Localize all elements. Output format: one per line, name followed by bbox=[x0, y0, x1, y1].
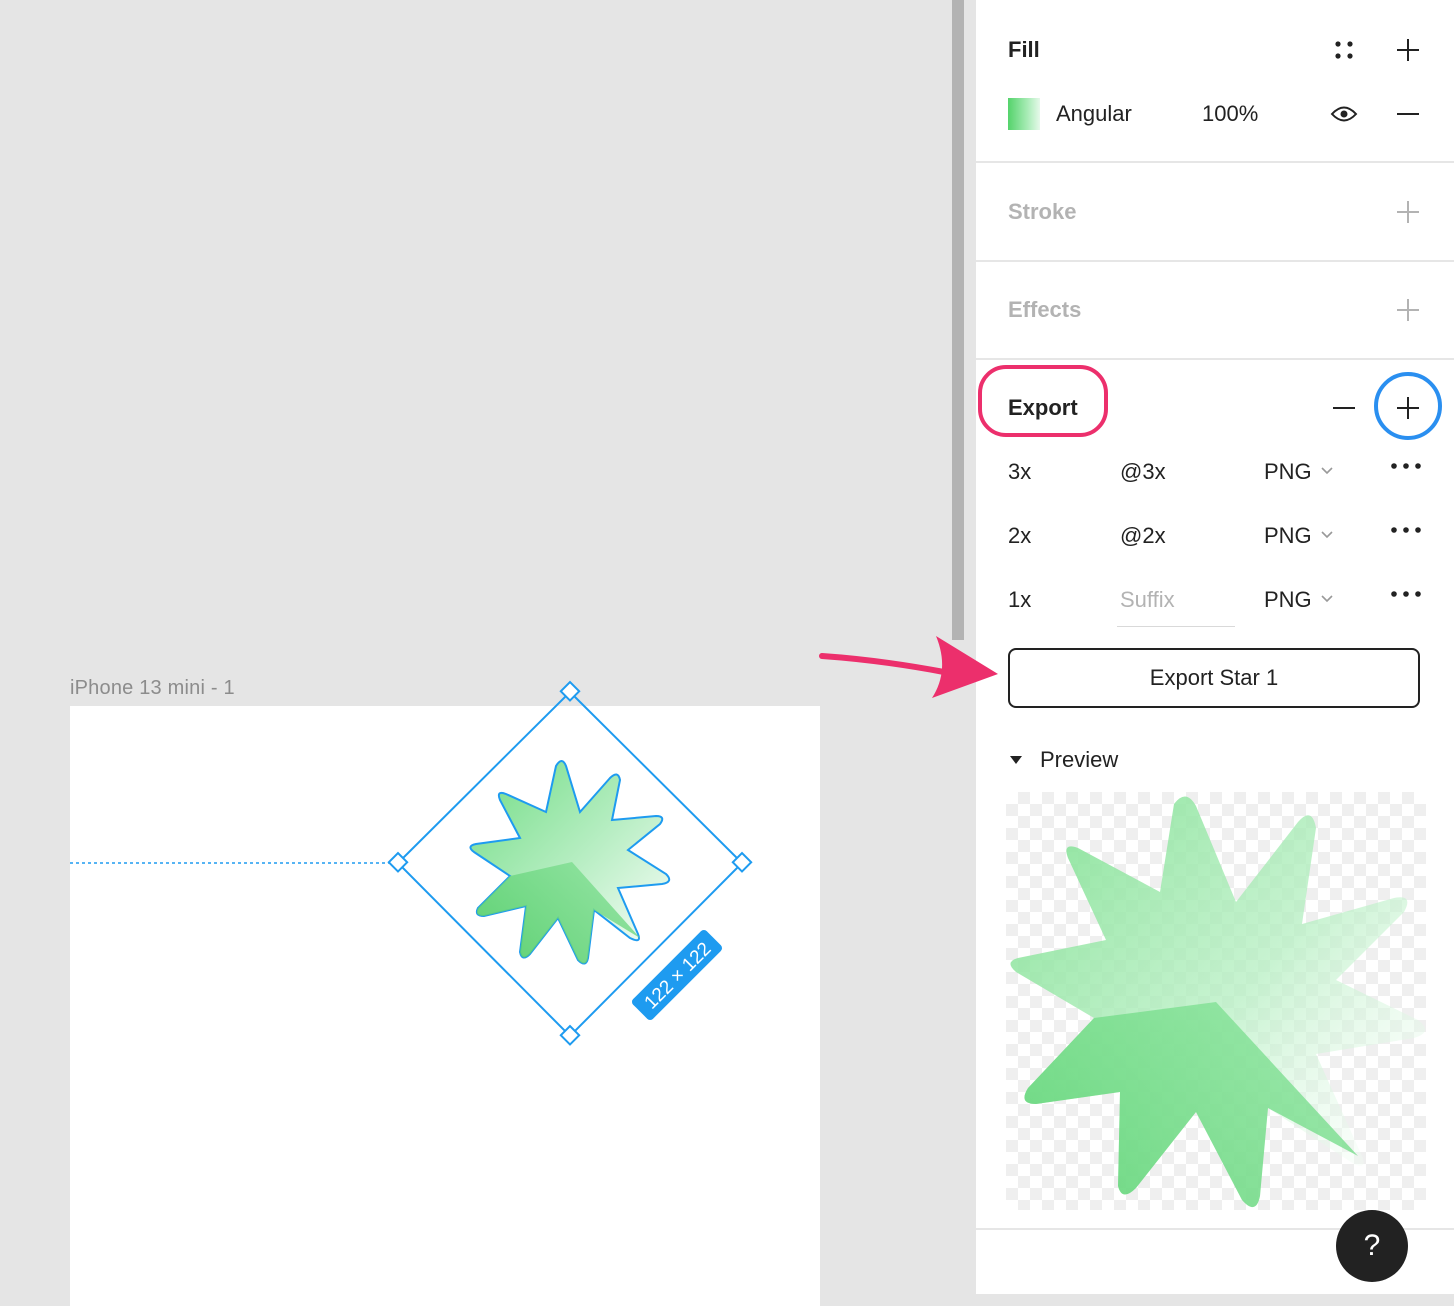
chevron-down-icon[interactable] bbox=[1320, 466, 1334, 476]
preview-star-image bbox=[1010, 796, 1426, 1208]
remove-fill-minus-icon[interactable] bbox=[1388, 94, 1428, 134]
export-suffix-input[interactable]: @2x bbox=[1120, 504, 1166, 568]
export-scale-select[interactable]: 3x bbox=[1008, 440, 1031, 504]
suffix-input-underline bbox=[1117, 626, 1235, 627]
size-label: 122 × 122 bbox=[631, 929, 723, 1021]
remove-export-minus-icon[interactable] bbox=[1324, 388, 1364, 428]
add-export-plus-icon[interactable] bbox=[1388, 388, 1428, 428]
preview-toggle[interactable]: Preview bbox=[1040, 747, 1118, 773]
fill-type-label[interactable]: Angular bbox=[1056, 101, 1132, 127]
export-suffix-input[interactable]: @3x bbox=[1120, 440, 1166, 504]
divider bbox=[976, 358, 1454, 360]
selection-overlay: 122 × 122 bbox=[70, 680, 753, 1046]
divider bbox=[976, 161, 1454, 163]
style-grid-icon[interactable] bbox=[1324, 30, 1364, 70]
export-suffix-input[interactable]: Suffix bbox=[1120, 568, 1175, 632]
export-section-title: Export bbox=[1008, 395, 1078, 420]
size-label-text: 122 × 122 bbox=[641, 939, 716, 1014]
export-format-select[interactable]: PNG bbox=[1264, 568, 1312, 632]
export-row: 3x @3x PNG bbox=[976, 440, 1454, 504]
more-options-icon[interactable] bbox=[1390, 590, 1422, 598]
add-stroke-plus-icon[interactable] bbox=[1388, 192, 1428, 232]
stroke-section-title: Stroke bbox=[1008, 199, 1077, 224]
export-button[interactable]: Export Star 1 bbox=[1008, 648, 1420, 708]
eye-icon[interactable] bbox=[1324, 94, 1364, 134]
chevron-down-icon[interactable] bbox=[1320, 594, 1334, 604]
chevron-down-icon[interactable] bbox=[1320, 530, 1334, 540]
add-effect-plus-icon[interactable] bbox=[1388, 290, 1428, 330]
add-fill-plus-icon[interactable] bbox=[1388, 30, 1428, 70]
export-scale-select[interactable]: 2x bbox=[1008, 504, 1031, 568]
effects-section-title: Effects bbox=[1008, 297, 1082, 322]
export-scale-select[interactable]: 1x bbox=[1008, 568, 1031, 632]
fill-opacity-input[interactable]: 100% bbox=[1202, 101, 1258, 127]
export-row: 2x @2x PNG bbox=[976, 504, 1454, 568]
caret-down-icon[interactable] bbox=[1009, 755, 1023, 765]
help-button[interactable]: ? bbox=[1336, 1210, 1408, 1282]
more-options-icon[interactable] bbox=[1390, 526, 1422, 534]
export-format-select[interactable]: PNG bbox=[1264, 504, 1312, 568]
star-shape[interactable] bbox=[469, 760, 671, 965]
fill-section-title: Fill bbox=[1008, 37, 1040, 62]
more-options-icon[interactable] bbox=[1390, 462, 1422, 470]
export-row: 1x Suffix PNG bbox=[976, 568, 1454, 632]
fill-swatch[interactable] bbox=[1008, 98, 1040, 130]
divider bbox=[976, 260, 1454, 262]
export-format-select[interactable]: PNG bbox=[1264, 440, 1312, 504]
